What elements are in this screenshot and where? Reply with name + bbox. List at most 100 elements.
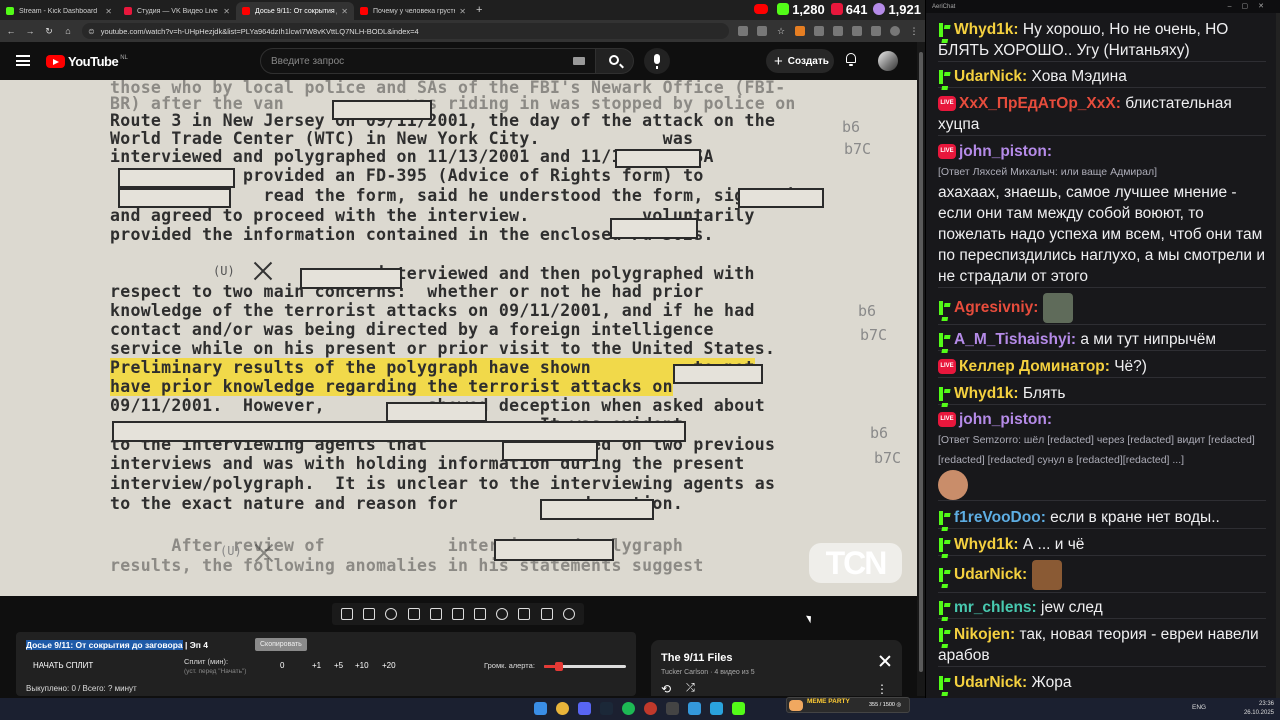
back-icon[interactable]: ← bbox=[6, 26, 16, 36]
kick-badge-icon bbox=[938, 627, 951, 642]
loop-icon[interactable]: ⟲ bbox=[661, 682, 671, 696]
loop-icon[interactable] bbox=[341, 608, 354, 620]
start-split-button[interactable]: НАЧАТЬ СПЛИТ bbox=[26, 658, 100, 674]
gear-icon[interactable] bbox=[562, 608, 575, 620]
alert-volume-slider[interactable] bbox=[544, 662, 626, 671]
search-input[interactable]: Введите запрос bbox=[260, 48, 596, 74]
speed-icon[interactable] bbox=[496, 608, 509, 620]
chat-nick[interactable]: john_piston: bbox=[959, 143, 1052, 160]
voice-search-button[interactable] bbox=[644, 48, 670, 74]
add-10-button[interactable]: +10 bbox=[355, 661, 369, 670]
bookmark-star-icon[interactable]: ☆ bbox=[776, 26, 786, 37]
sort-icon[interactable] bbox=[363, 608, 376, 620]
audio-icon[interactable] bbox=[385, 608, 398, 620]
install-icon[interactable] bbox=[738, 26, 748, 36]
reload-icon[interactable]: ↻ bbox=[44, 26, 54, 37]
close-icon[interactable]: ✕ bbox=[105, 7, 112, 16]
add-1-button[interactable]: +1 bbox=[312, 661, 321, 670]
extension-icon[interactable] bbox=[833, 26, 843, 36]
chat-panel: AeriChat –▢✕ Whyd1k: Ну хорошо, Но не оч… bbox=[925, 0, 1280, 698]
chat-nick[interactable]: f1reVooDoo: bbox=[954, 509, 1046, 526]
screenshot-icon[interactable] bbox=[540, 608, 553, 620]
extension-icon[interactable] bbox=[795, 26, 805, 36]
chat-text: Чё?) bbox=[1109, 358, 1147, 375]
playlist-title[interactable]: The 9/11 Files bbox=[661, 652, 733, 664]
chat-nick[interactable]: A_M_Tishaishyi: bbox=[954, 331, 1076, 348]
chat-nick[interactable]: Whyd1k: bbox=[954, 385, 1019, 402]
translate-icon[interactable] bbox=[757, 26, 767, 36]
chat-nick[interactable]: Nikojen: bbox=[954, 626, 1015, 643]
windows-start-icon[interactable] bbox=[534, 702, 547, 715]
telegram-icon[interactable] bbox=[710, 702, 723, 715]
forward-icon[interactable]: → bbox=[25, 26, 35, 36]
chat-nick[interactable]: john_piston: bbox=[959, 411, 1052, 428]
edit-icon[interactable] bbox=[518, 608, 531, 620]
more-options-icon[interactable]: ⋮ bbox=[876, 682, 888, 696]
keyboard-icon[interactable] bbox=[573, 57, 585, 65]
settings-menu-icon[interactable]: ⋮ bbox=[909, 26, 919, 37]
steam-icon[interactable] bbox=[600, 702, 613, 715]
download-icon[interactable] bbox=[871, 26, 881, 36]
tab-youtube-video[interactable]: Досье 9/11: От сокрытия д ✕ bbox=[236, 2, 354, 20]
margin-code: b7C bbox=[874, 449, 902, 467]
extension-icon[interactable] bbox=[814, 26, 824, 36]
url-field[interactable]: ⊜ youtube.com/watch?v=h-UHpHezjdk&list=P… bbox=[82, 23, 729, 39]
youtube-play-icon bbox=[46, 55, 65, 68]
chat-message: UdarNick: Жора bbox=[938, 672, 1266, 693]
cinema-icon[interactable] bbox=[474, 608, 487, 620]
search-button[interactable] bbox=[596, 48, 634, 74]
page-scrollbar[interactable] bbox=[917, 42, 925, 696]
discord-icon[interactable] bbox=[578, 702, 591, 715]
search-icon bbox=[609, 55, 619, 65]
chat-nick[interactable]: UdarNick: bbox=[954, 674, 1027, 691]
redaction-box bbox=[540, 499, 654, 520]
new-tab-button[interactable]: + bbox=[476, 4, 482, 16]
chrome-icon[interactable] bbox=[556, 702, 569, 715]
spotify-icon[interactable] bbox=[622, 702, 635, 715]
chat-titlebar: AeriChat –▢✕ bbox=[926, 0, 1280, 13]
close-icon[interactable]: ✕ bbox=[341, 7, 348, 16]
scrollbar-thumb[interactable] bbox=[919, 52, 923, 672]
copy-button[interactable]: Скопировать bbox=[255, 638, 307, 651]
app-icon[interactable] bbox=[644, 702, 657, 715]
close-icon[interactable]: ✕ bbox=[223, 7, 230, 16]
screen-icon[interactable] bbox=[451, 608, 464, 620]
chat-nick[interactable]: Whyd1k: bbox=[954, 21, 1019, 38]
tab-kick-dashboard[interactable]: Stream - Kick Dashboard ✕ bbox=[0, 2, 118, 20]
hamburger-menu-icon[interactable] bbox=[16, 55, 30, 66]
chat-nick[interactable]: Келлер Доминатор: bbox=[959, 358, 1110, 375]
chat-scrollbar[interactable] bbox=[1276, 13, 1280, 698]
add-20-button[interactable]: +20 bbox=[382, 661, 396, 670]
chat-nick[interactable]: Whyd1k: bbox=[954, 536, 1019, 553]
close-icon[interactable] bbox=[879, 655, 891, 667]
youtube-logo[interactable]: YouTube NL bbox=[46, 54, 128, 69]
add-5-button[interactable]: +5 bbox=[334, 661, 343, 670]
chat-nick[interactable]: Agresivniy: bbox=[954, 299, 1038, 316]
notifications-bell-icon[interactable] bbox=[845, 53, 857, 66]
site-info-icon[interactable]: ⊜ bbox=[88, 27, 95, 36]
chat-nick[interactable]: UdarNick: bbox=[954, 566, 1027, 583]
tab-youtube-other[interactable]: Почему у человека грустно в ✕ bbox=[354, 2, 472, 20]
slider-knob[interactable] bbox=[554, 662, 563, 671]
home-icon[interactable]: ⌂ bbox=[63, 26, 73, 36]
close-icon[interactable]: ✕ bbox=[459, 7, 466, 16]
clip-icon[interactable] bbox=[429, 608, 442, 620]
app-icon[interactable] bbox=[688, 702, 701, 715]
pip-icon[interactable] bbox=[407, 608, 420, 620]
avatar[interactable] bbox=[878, 51, 898, 71]
kick-icon[interactable] bbox=[732, 702, 745, 715]
meme-party-widget[interactable]: MEME PARTY 355 / 1500 ◎ bbox=[786, 697, 910, 713]
video-player[interactable]: those who by local police and SAs of the… bbox=[0, 80, 917, 596]
extension-icon[interactable] bbox=[852, 26, 862, 36]
clock[interactable]: 23:36 26.10.2025 bbox=[1244, 700, 1274, 718]
input-language[interactable]: ENG bbox=[1192, 704, 1206, 711]
chat-nick[interactable]: XxX_ПрЕдАтОр_XxX: bbox=[959, 95, 1121, 112]
window-controls[interactable]: –▢✕ bbox=[1228, 2, 1274, 10]
shuffle-icon[interactable]: ⤮ bbox=[686, 682, 695, 695]
tab-vk-studio[interactable]: Студия — VK Видео Live ✕ bbox=[118, 2, 236, 20]
chat-nick[interactable]: mr_chlens: bbox=[954, 599, 1037, 616]
chat-nick[interactable]: UdarNick: bbox=[954, 68, 1027, 85]
obs-icon[interactable] bbox=[666, 702, 679, 715]
profile-icon[interactable] bbox=[890, 26, 900, 36]
create-button[interactable]: + Создать bbox=[766, 49, 834, 73]
